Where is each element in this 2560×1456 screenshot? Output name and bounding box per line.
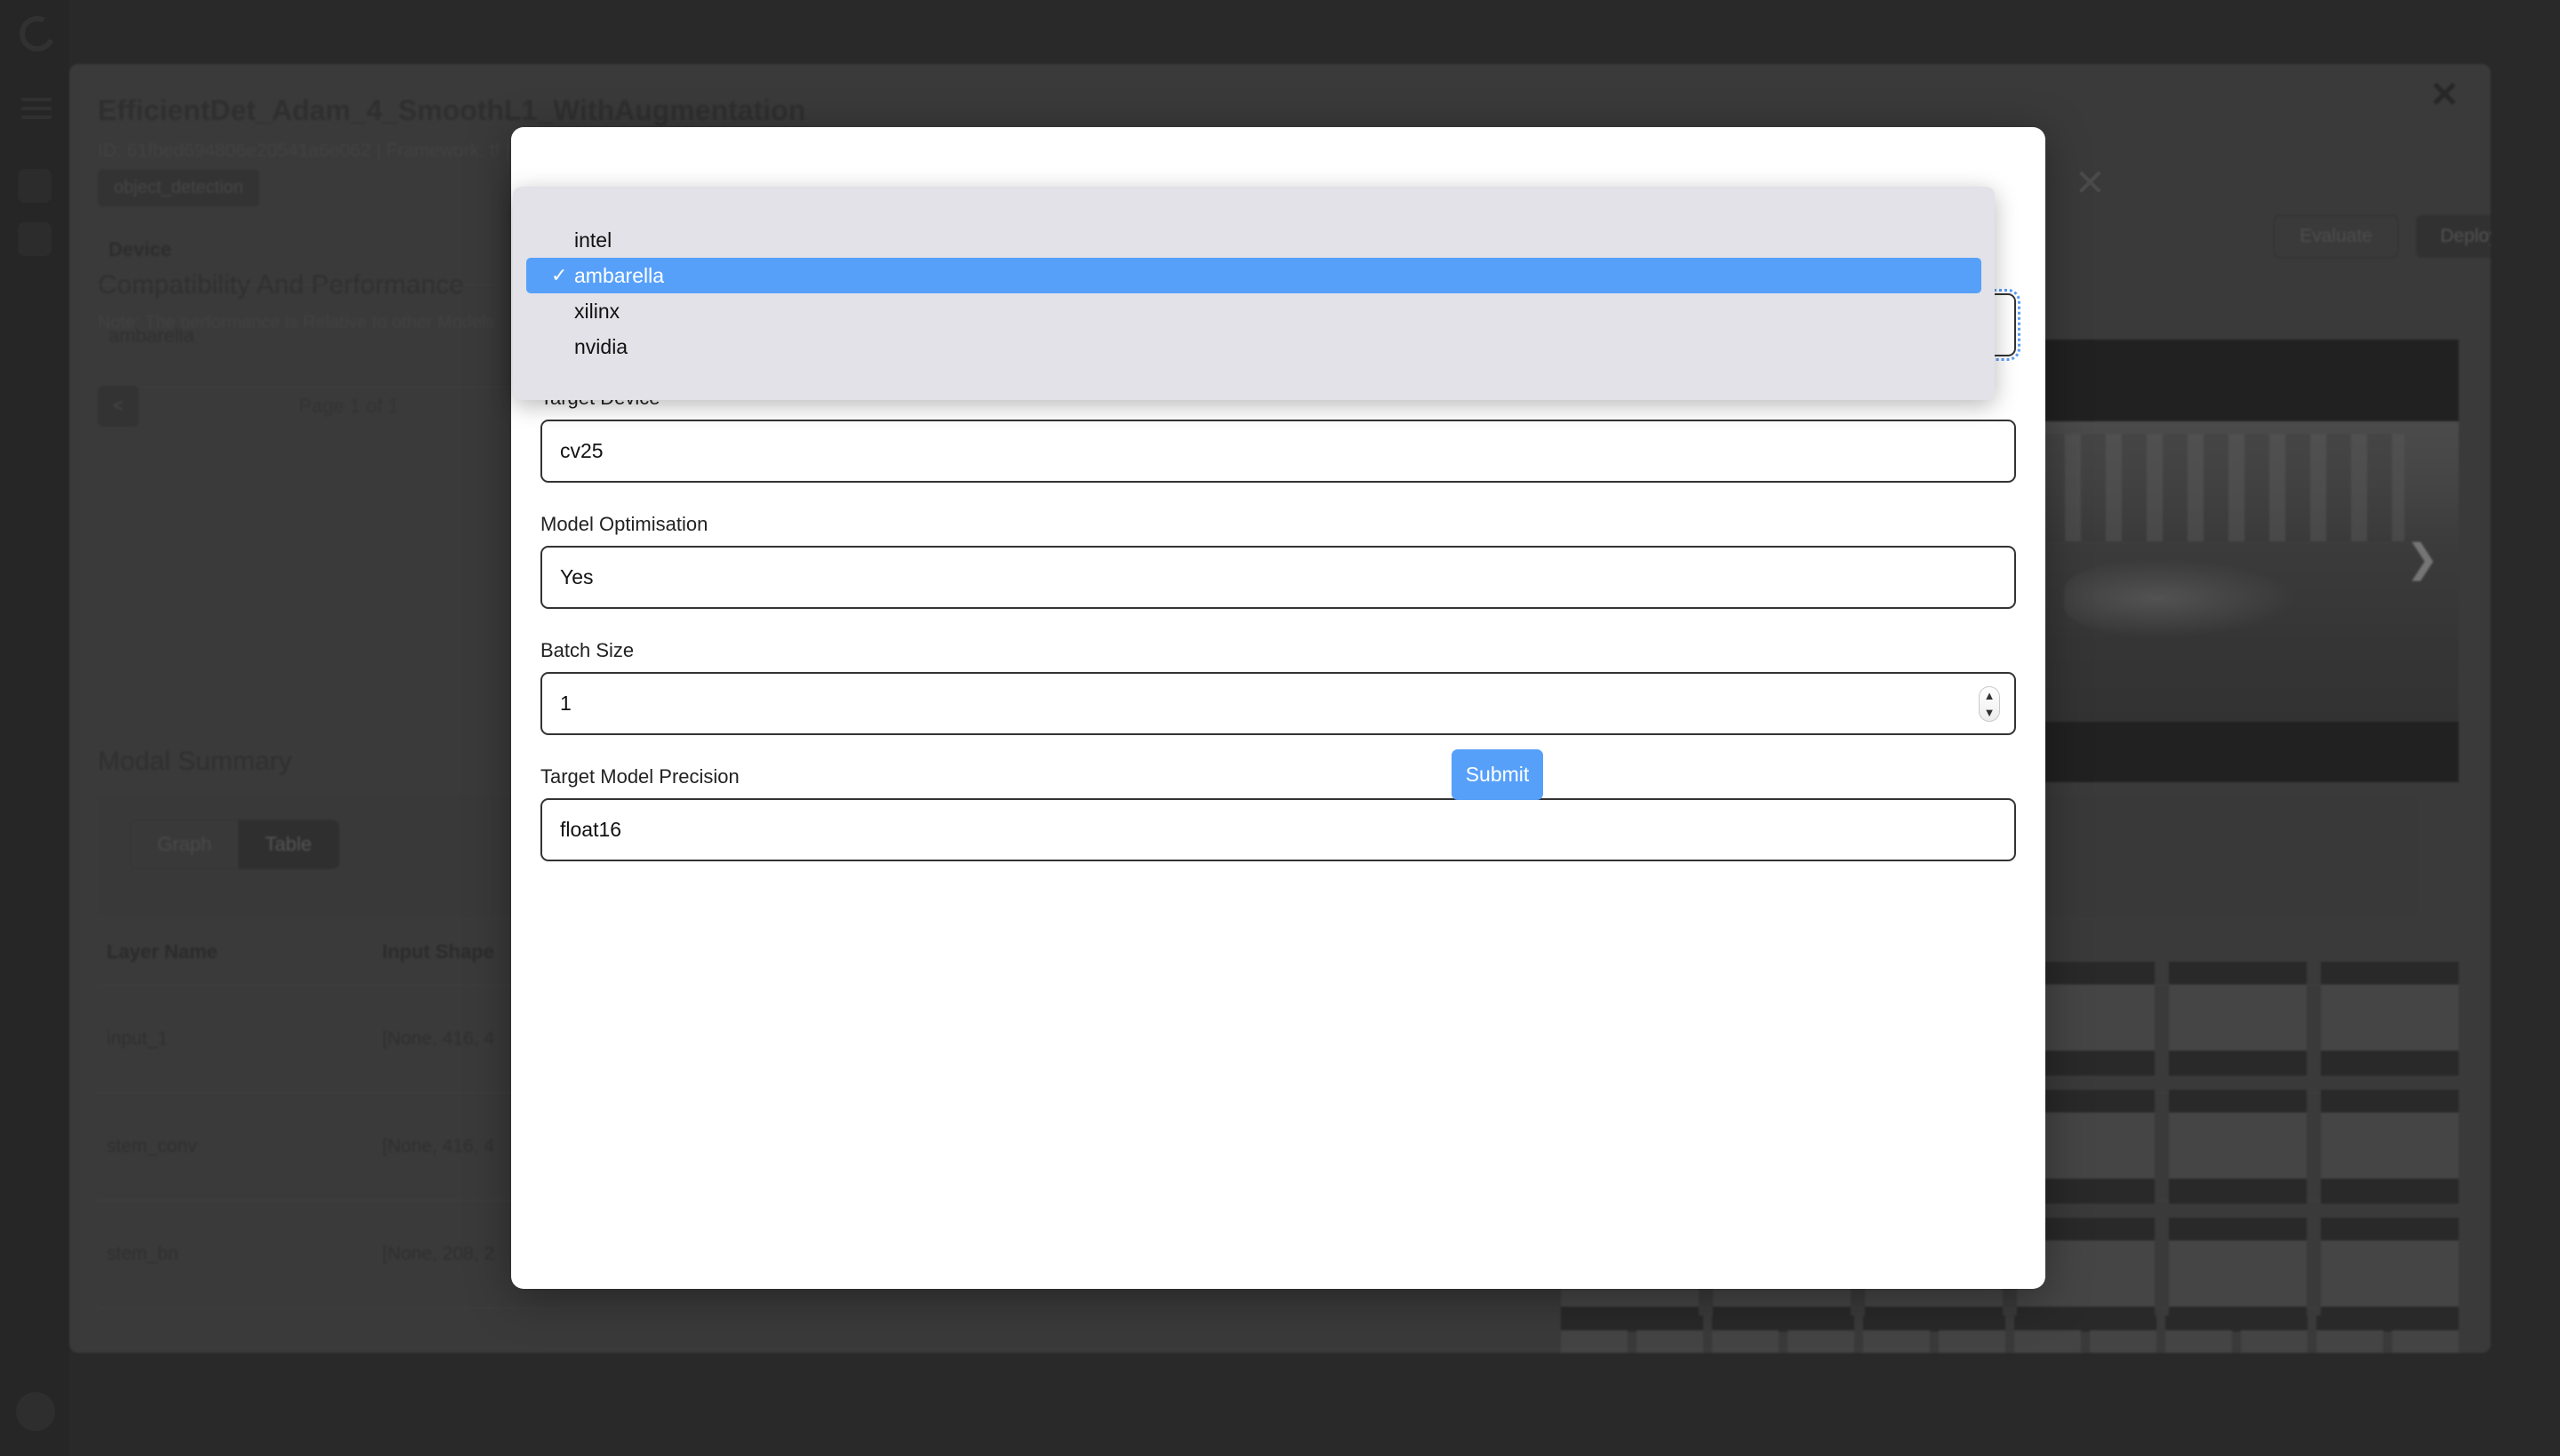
dropdown-option-nvidia[interactable]: nvidia (526, 329, 1981, 364)
field-label: Batch Size (540, 639, 635, 661)
model-optimisation-select[interactable]: Yes (540, 546, 2016, 609)
field-value: 1 (560, 692, 572, 715)
dropdown-option-label: ambarella (574, 263, 664, 287)
check-icon: ✓ (551, 264, 568, 286)
number-stepper-icon[interactable]: ▲ ▼ (1979, 685, 2000, 722)
field-model-optimisation: Model Optimisation Yes (540, 513, 2016, 609)
dropdown-option-label: xilinx (574, 299, 620, 323)
field-value: cv25 (560, 439, 604, 462)
dropdown-option-intel[interactable]: intel (526, 222, 1981, 258)
stepper-up-icon[interactable]: ▲ (1984, 690, 1996, 701)
field-label: Model Optimisation (540, 513, 708, 535)
target-device-type-dropdown: intel ✓ ambarella xilinx nvidia (513, 187, 1995, 400)
dropdown-option-ambarella[interactable]: ✓ ambarella (526, 258, 1981, 293)
target-device-select[interactable]: cv25 (540, 420, 2016, 483)
stepper-down-icon[interactable]: ▼ (1984, 707, 1996, 718)
submit-button[interactable]: Submit (1452, 749, 1543, 800)
target-model-precision-select[interactable]: float16 (540, 798, 2016, 861)
field-batch-size: Batch Size 1 ▲ ▼ (540, 639, 2016, 735)
dropdown-option-label: nvidia (574, 334, 628, 358)
field-target-model-precision: Target Model Precision float16 (540, 765, 2016, 861)
field-target-device: Target Device cv25 (540, 387, 2016, 483)
dropdown-option-label: intel (574, 228, 612, 252)
batch-size-input[interactable]: 1 ▲ ▼ (540, 672, 2016, 735)
field-label: Target Model Precision (540, 765, 740, 788)
field-value: Yes (560, 565, 594, 588)
close-icon[interactable]: ✕ (2075, 164, 2106, 202)
dropdown-option-xilinx[interactable]: xilinx (526, 293, 1981, 329)
field-value: float16 (560, 818, 622, 841)
